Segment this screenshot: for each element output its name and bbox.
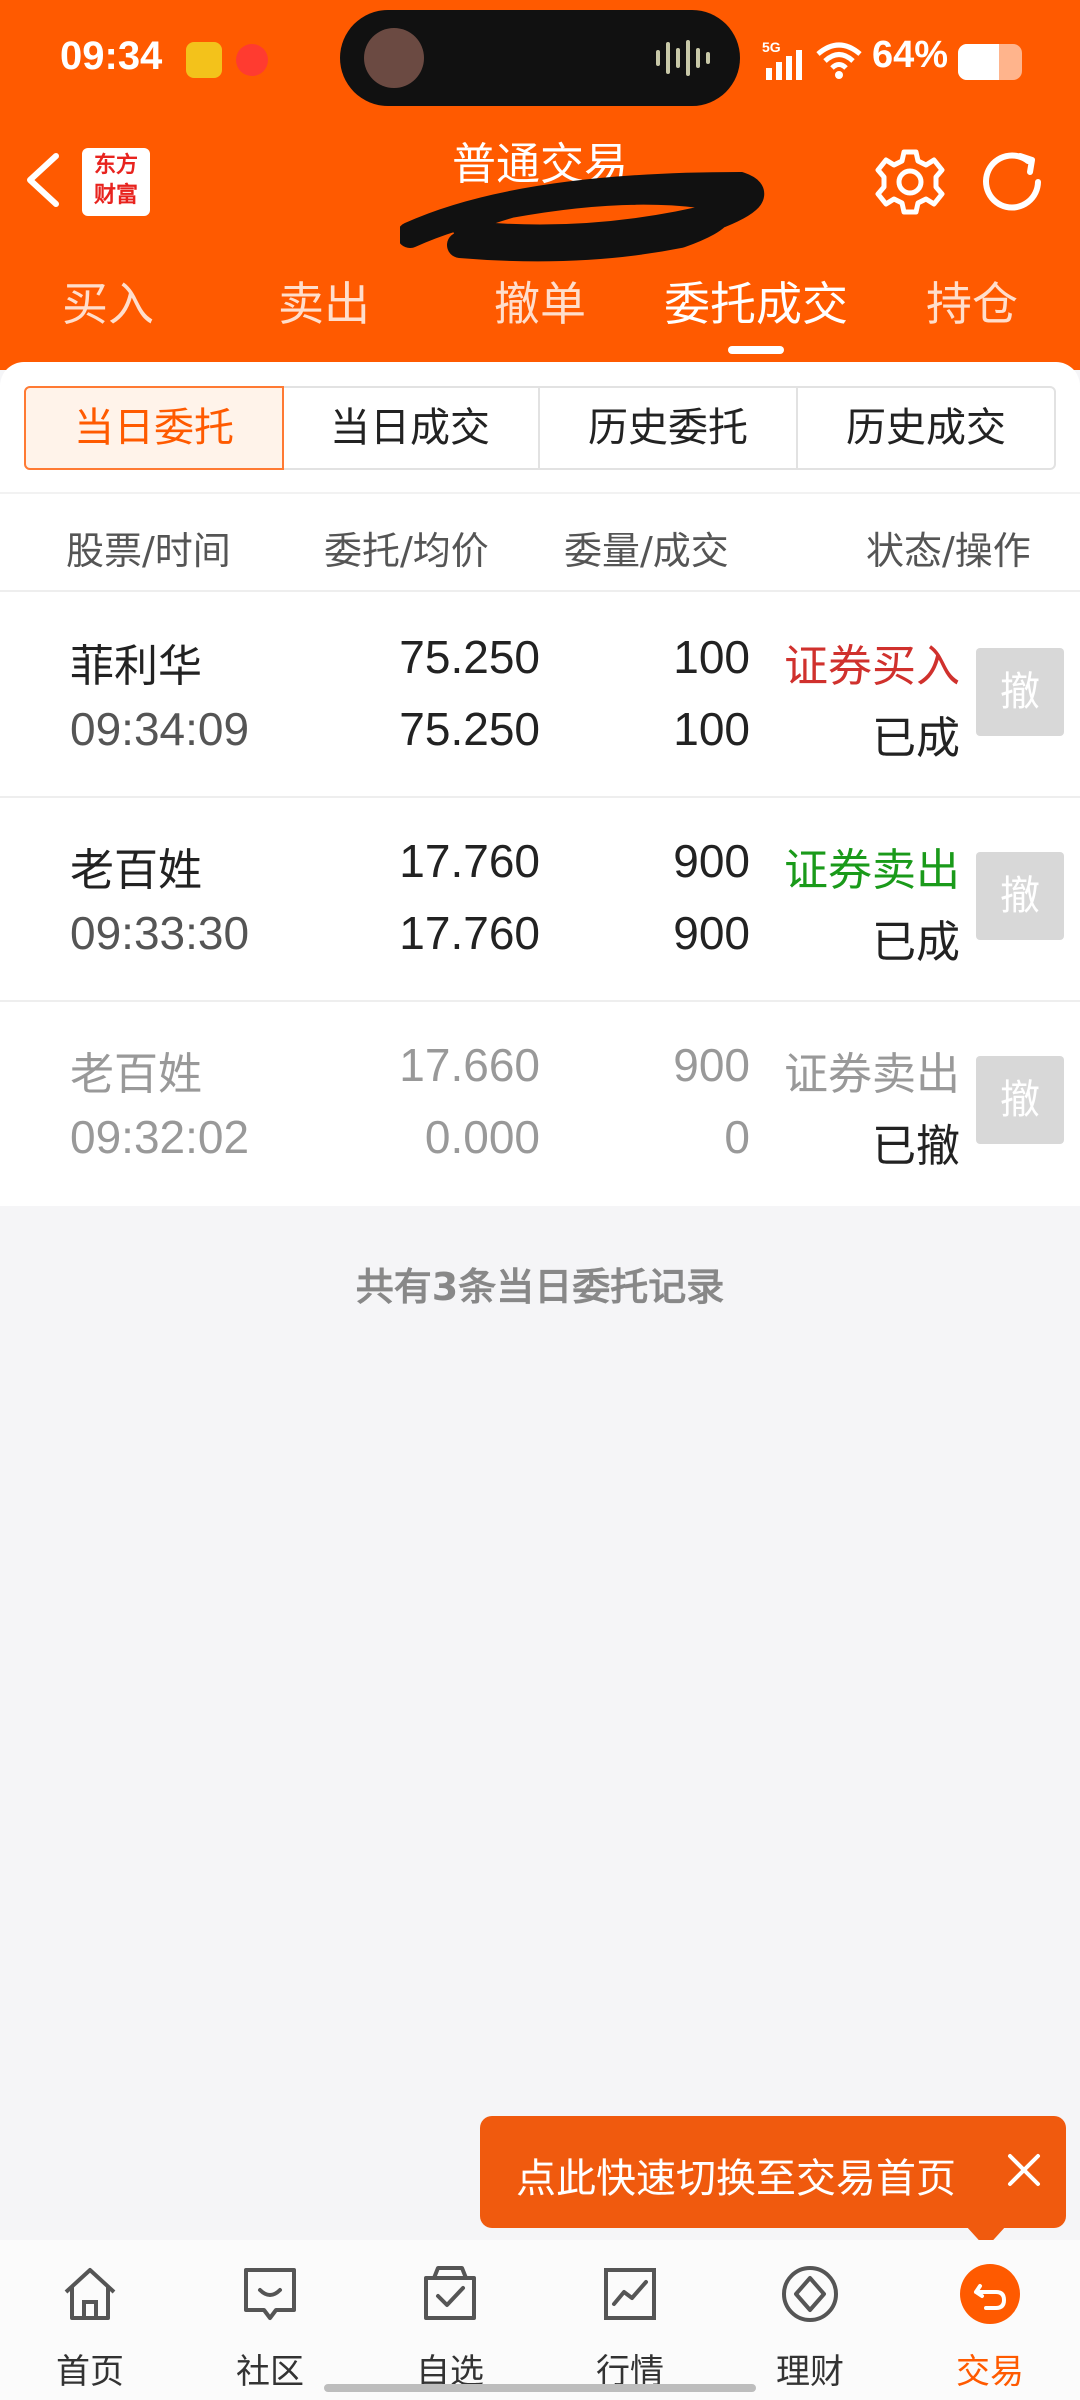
cancel-order-button[interactable]: 撤 <box>976 648 1064 736</box>
order-status: 已撤 <box>872 1121 960 1172</box>
nav-watchlist[interactable]: 自选 <box>360 2240 540 2400</box>
table-header: 股票/时间 委托/均价 委量/成交 状态/操作 <box>0 492 1080 592</box>
order-type-segment: 当日委托 当日成交 历史委托 历史成交 <box>24 386 1056 470</box>
order-time: 09:33:30 <box>70 907 250 959</box>
tab-sell[interactable]: 卖出 <box>224 268 424 334</box>
tab-positions[interactable]: 持仓 <box>872 268 1072 334</box>
audio-wave-icon <box>656 40 710 76</box>
nav-label: 交易 <box>956 2352 1024 2392</box>
nav-market[interactable]: 行情 <box>540 2240 720 2400</box>
home-indicator <box>324 2384 756 2392</box>
close-icon[interactable] <box>994 2140 1054 2200</box>
avg-price: 17.760 <box>399 907 540 959</box>
switch-home-tooltip[interactable]: 点此快速切换至交易首页 <box>480 2116 1066 2228</box>
battery-icon <box>958 44 1022 80</box>
table-row[interactable]: 老百姓 09:33:30 17.760 17.760 900 900 证券卖出 … <box>0 798 1080 1002</box>
cellular-signal-icon: 5G <box>762 39 802 80</box>
nav-community[interactable]: 社区 <box>180 2240 360 2400</box>
home-icon <box>64 2268 116 2320</box>
segment-history-orders[interactable]: 历史委托 <box>540 388 798 468</box>
stock-name: 老百姓 <box>70 845 202 896</box>
order-quantity: 900 <box>673 1039 750 1091</box>
order-quantity: 100 <box>673 631 750 683</box>
community-icon <box>244 2268 296 2320</box>
tab-buy[interactable]: 买入 <box>8 268 208 334</box>
bottom-navigation: 首页 社区 自选 行情 理财 交易 <box>0 2240 1080 2400</box>
segment-today-trades[interactable]: 当日成交 <box>282 388 540 468</box>
order-direction: 证券卖出 <box>784 845 960 896</box>
order-status: 已成 <box>872 917 960 968</box>
trade-icon <box>960 2264 1020 2324</box>
album-art-icon <box>364 28 424 88</box>
trade-tabs: 买入 卖出 撤单 委托成交 持仓 <box>0 268 1080 358</box>
table-row[interactable]: 老百姓 09:32:02 17.660 0.000 900 0 证券卖出 已撤 … <box>0 1002 1080 1206</box>
order-direction: 证券卖出 <box>784 1049 960 1100</box>
filled-quantity: 900 <box>673 907 750 959</box>
order-status: 已成 <box>872 713 960 764</box>
order-time: 09:34:09 <box>70 703 250 755</box>
battery-level <box>958 44 999 80</box>
segment-today-orders[interactable]: 当日委托 <box>24 386 284 470</box>
filled-quantity: 0 <box>724 1111 750 1163</box>
tab-cancel[interactable]: 撤单 <box>440 268 640 334</box>
settings-gear-icon[interactable] <box>874 146 946 218</box>
order-time: 09:32:02 <box>70 1111 250 1163</box>
stock-name: 老百姓 <box>70 1049 202 1100</box>
watchlist-icon <box>424 2266 476 2320</box>
header-status-action: 状态/操作 <box>866 529 1031 573</box>
music-app-icon <box>186 42 222 78</box>
refresh-icon[interactable] <box>976 146 1052 218</box>
tooltip-text: 点此快速切换至交易首页 <box>516 2156 956 2202</box>
market-icon <box>604 2268 656 2320</box>
active-tab-indicator <box>728 346 784 354</box>
nav-label: 首页 <box>56 2352 124 2392</box>
dynamic-island <box>340 10 740 106</box>
order-quantity: 900 <box>673 835 750 887</box>
filled-quantity: 100 <box>673 703 750 755</box>
record-count-note: 共有3条当日委托记录 <box>355 1265 725 1309</box>
network-type: 5G <box>762 39 781 55</box>
tab-orders-trades[interactable]: 委托成交 <box>656 268 856 334</box>
wifi-icon <box>816 42 862 79</box>
table-row[interactable]: 菲利华 09:34:09 75.250 75.250 100 100 证券买入 … <box>0 594 1080 798</box>
nav-trade[interactable]: 交易 <box>900 2240 1080 2400</box>
nav-home[interactable]: 首页 <box>0 2240 180 2400</box>
clock: 09:34 <box>60 34 163 78</box>
nav-wealth[interactable]: 理财 <box>720 2240 900 2400</box>
redaction-scribble <box>400 171 765 262</box>
notification-app-icon <box>236 44 268 76</box>
header-stock-time: 股票/时间 <box>66 529 231 573</box>
segment-history-trades[interactable]: 历史成交 <box>798 388 1054 468</box>
cancel-order-button[interactable]: 撤 <box>976 1056 1064 1144</box>
status-bar: 09:34 5G 64% <box>0 0 1080 120</box>
wealth-icon <box>782 2266 838 2322</box>
header-quantity: 委量/成交 <box>564 529 729 573</box>
stock-name: 菲利华 <box>70 641 202 692</box>
order-price: 17.760 <box>399 835 540 887</box>
battery-percent: 64% <box>872 34 949 76</box>
avg-price: 75.250 <box>399 703 540 755</box>
cancel-order-button[interactable]: 撤 <box>976 852 1064 940</box>
order-price: 75.250 <box>399 631 540 683</box>
order-direction: 证券买入 <box>784 641 960 692</box>
order-price: 17.660 <box>399 1039 540 1091</box>
avg-price: 0.000 <box>424 1111 540 1163</box>
header-price: 委托/均价 <box>324 529 489 573</box>
